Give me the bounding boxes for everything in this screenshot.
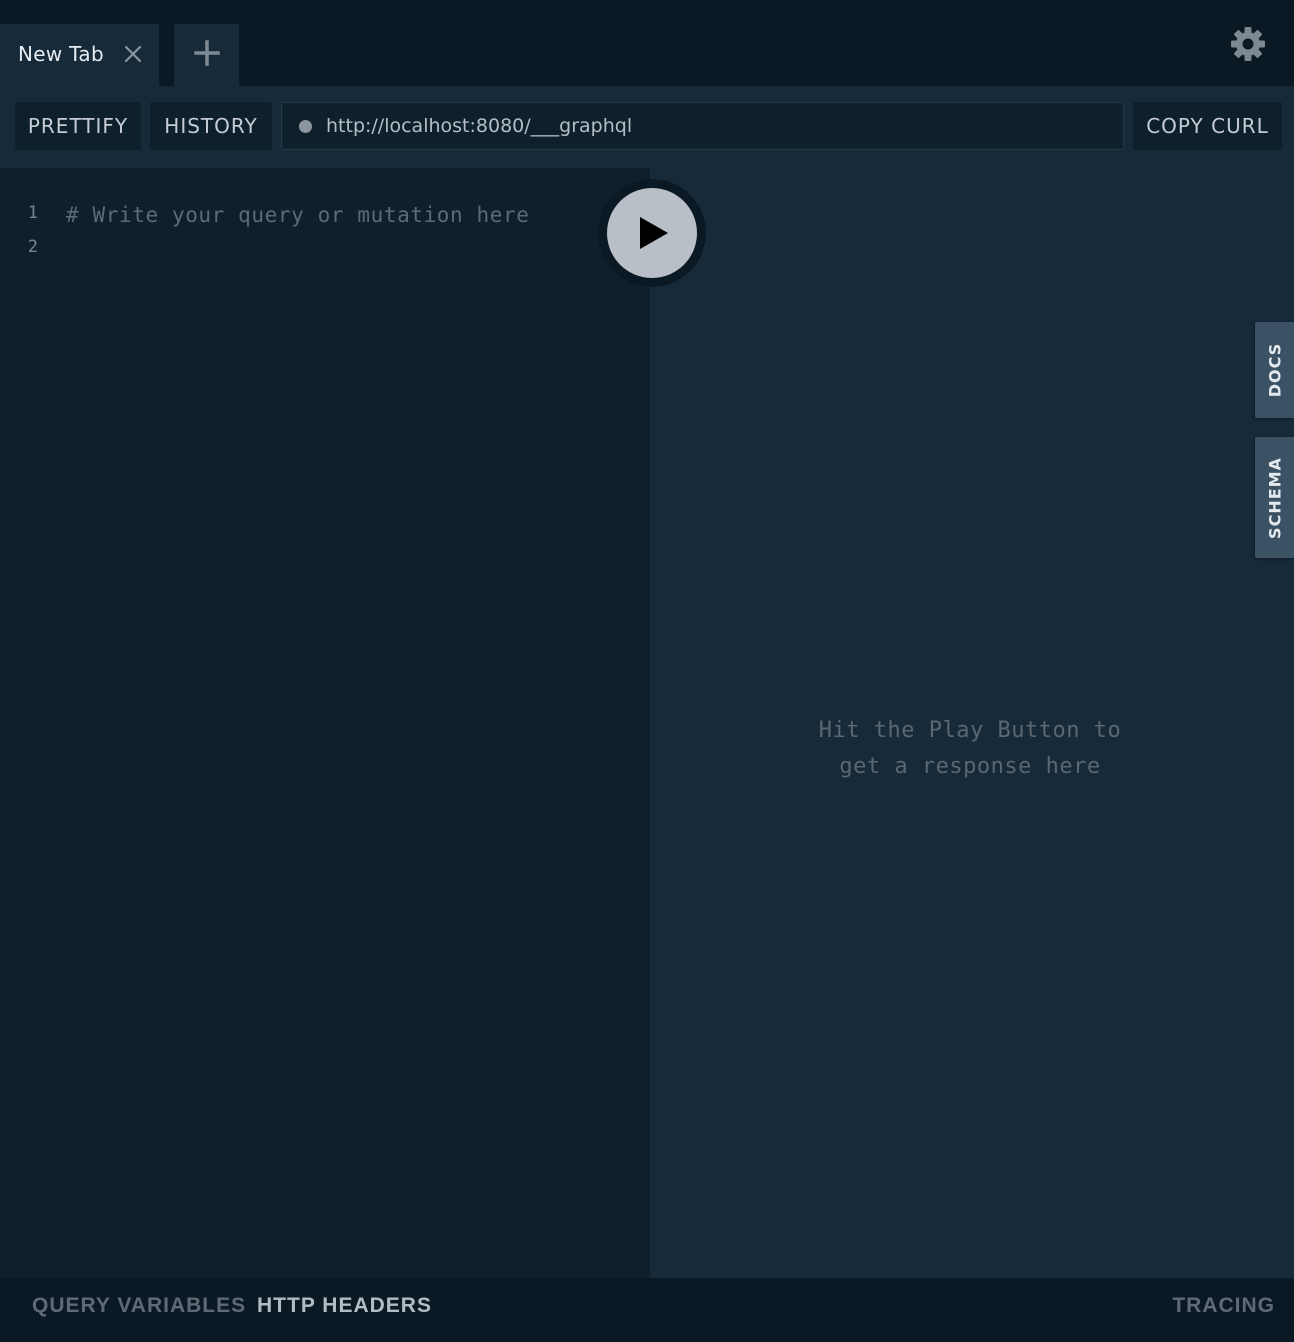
- endpoint-input[interactable]: [326, 109, 1106, 143]
- endpoint-bar: [281, 102, 1124, 150]
- tab-label: New Tab: [18, 42, 104, 66]
- line-number: 2: [27, 237, 38, 257]
- docs-tab[interactable]: DOCS: [1255, 322, 1294, 418]
- http-headers-tab[interactable]: HTTP HEADERS: [257, 1278, 432, 1334]
- run-query-button[interactable]: [598, 179, 706, 287]
- status-dot-icon: [299, 120, 312, 133]
- result-hint-line: Hit the Play Button to: [818, 718, 1122, 743]
- close-icon[interactable]: [122, 43, 144, 65]
- schema-tab[interactable]: SCHEMA: [1255, 437, 1294, 558]
- history-button[interactable]: HISTORY: [150, 102, 272, 150]
- docs-tab-label: DOCS: [1265, 342, 1284, 398]
- tab-new-tab[interactable]: New Tab: [0, 24, 159, 86]
- query-editor[interactable]: 1 2 # Write your query or mutation here: [0, 168, 650, 1278]
- tab-bar: New Tab: [0, 0, 1294, 86]
- plus-icon: [193, 39, 220, 71]
- result-placeholder: Hit the Play Button to get a response he…: [800, 713, 1140, 785]
- graphql-playground: New Tab PRETTIFY HISTORY http://localhos…: [0, 0, 1294, 1342]
- toolbar: PRETTIFY HISTORY COPY CURL: [0, 86, 1294, 168]
- tracing-tab[interactable]: TRACING: [1172, 1278, 1275, 1334]
- gear-icon[interactable]: [1228, 24, 1268, 64]
- line-number: 1: [27, 203, 38, 223]
- schema-tab-label: SCHEMA: [1265, 456, 1284, 539]
- play-button-face: [607, 188, 697, 278]
- line-number-gutter: 1 2: [0, 200, 46, 268]
- copy-curl-button[interactable]: COPY CURL: [1133, 102, 1282, 150]
- query-variables-tab[interactable]: QUERY VARIABLES: [32, 1278, 246, 1334]
- bottom-bar: QUERY VARIABLES HTTP HEADERS TRACING: [0, 1278, 1294, 1342]
- add-tab-button[interactable]: [174, 24, 239, 86]
- result-hint-line: get a response here: [839, 754, 1101, 779]
- result-pane: Hit the Play Button to get a response he…: [650, 168, 1294, 1278]
- code-area[interactable]: # Write your query or mutation here: [66, 200, 586, 268]
- prettify-button[interactable]: PRETTIFY: [15, 102, 141, 150]
- code-line: # Write your query or mutation here: [66, 203, 530, 227]
